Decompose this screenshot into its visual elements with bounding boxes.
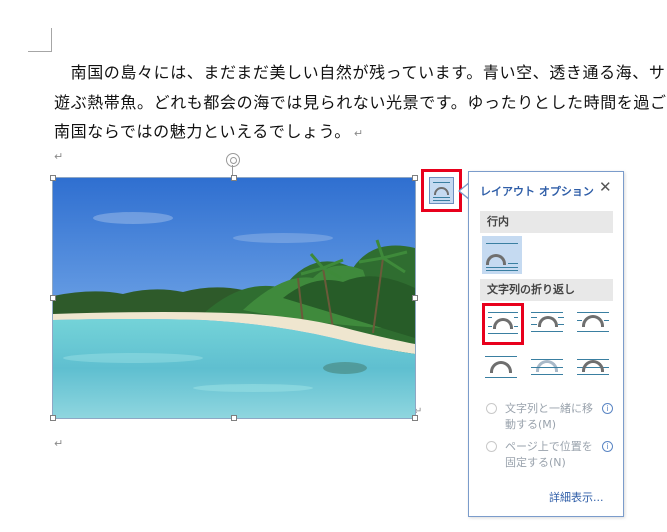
resize-handle-right[interactable]: [412, 295, 418, 301]
rotate-handle-icon[interactable]: [226, 153, 240, 167]
layout-options-icon: [429, 177, 454, 204]
wrap-option-behind-text[interactable]: [528, 350, 568, 388]
resize-handle-top[interactable]: [231, 175, 237, 181]
info-icon[interactable]: i: [602, 403, 613, 414]
document-line-2[interactable]: 遊ぶ熱帯魚。どれも都会の海では見られない光景です。ゆったりとした時間を過ご: [54, 89, 667, 113]
beach-photo-image: [53, 178, 415, 418]
wrap-option-through[interactable]: [574, 306, 614, 344]
paragraph-mark-empty-1: ↵: [54, 150, 64, 163]
radio-fix-position[interactable]: [486, 441, 497, 452]
document-line-1-text: 南国の島々には、まだまだ美しい自然が残っています。青い空、透き通る海、サ: [54, 63, 666, 82]
option-move-with-text[interactable]: 文字列と一緒に移動する(M) i: [486, 401, 616, 435]
document-line-3[interactable]: 南国ならではの魅力といえるでしょう。 ↵: [54, 118, 364, 142]
document-line-1[interactable]: 南国の島々には、まだまだ美しい自然が残っています。青い空、透き通る海、サ: [54, 59, 665, 83]
close-icon[interactable]: ✕: [599, 178, 612, 196]
document-line-3-text: 南国ならではの魅力といえるでしょう。: [54, 122, 351, 141]
section-wrap-header: 文字列の折り返し: [480, 279, 613, 301]
page-corner-mark-horizontal: [28, 51, 52, 52]
wrap-option-inline[interactable]: [482, 236, 522, 274]
beach-photo[interactable]: [52, 177, 416, 419]
wrap-option-top-bottom[interactable]: [482, 350, 522, 388]
resize-handle-bottom-right[interactable]: [412, 415, 418, 421]
resize-handle-top-right[interactable]: [412, 175, 418, 181]
radio-move-with-text[interactable]: [486, 403, 497, 414]
page-corner-mark-vertical: [51, 28, 52, 52]
wrap-option-in-front-of-text[interactable]: [574, 350, 614, 388]
see-more-link[interactable]: 詳細表示...: [549, 489, 604, 505]
layout-options-title: レイアウト オプション: [480, 185, 594, 198]
option-fix-position[interactable]: ページ上で位置を固定する(N) i: [486, 439, 616, 473]
info-icon[interactable]: i: [602, 441, 613, 452]
resize-handle-bottom[interactable]: [231, 415, 237, 421]
fix-position-label: ページ上で位置を固定する(N): [505, 440, 593, 469]
layout-options-panel: レイアウト オプション ✕ 行内 文字列の折り返し 文字列と一緒に移動する(M)…: [468, 171, 624, 517]
resize-handle-left[interactable]: [50, 295, 56, 301]
resize-handle-top-left[interactable]: [50, 175, 56, 181]
wrap-option-square[interactable]: [482, 303, 524, 345]
wrap-option-tight[interactable]: [528, 306, 568, 344]
paragraph-mark: ↵: [353, 127, 364, 140]
document-line-2-text: 遊ぶ熱帯魚。どれも都会の海では見られない光景です。ゆったりとした時間を過ご: [54, 93, 667, 112]
move-with-text-label: 文字列と一緒に移動する(M): [505, 402, 593, 431]
paragraph-mark-empty-2: ↵: [54, 437, 64, 450]
layout-options-button[interactable]: [421, 169, 462, 212]
resize-handle-bottom-left[interactable]: [50, 415, 56, 421]
section-inline-header: 行内: [480, 211, 613, 233]
